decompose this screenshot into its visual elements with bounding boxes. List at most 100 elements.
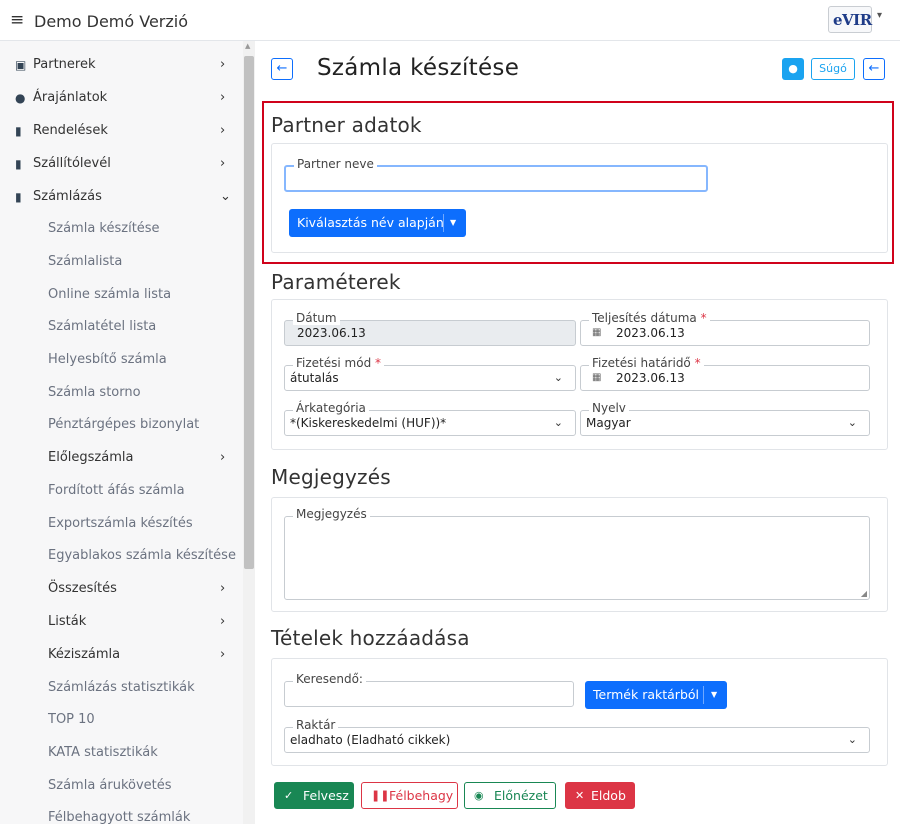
sidebar-subitem-penztargepes-bizonylat[interactable]: Pénztárgépes bizonylat: [0, 409, 243, 441]
scroll-up-icon[interactable]: ▲: [245, 42, 250, 50]
pause-icon: ❚❚: [371, 789, 390, 802]
section-title-parameters: Paraméterek: [271, 270, 401, 294]
hamburger-menu-icon[interactable]: ≡: [10, 9, 24, 31]
sidebar-item-szamlazas[interactable]: ▮ Számlázás ⌄: [0, 181, 243, 213]
back-right-button[interactable]: ←: [863, 58, 885, 80]
sidebar-subitem-label: Számlalista: [48, 254, 123, 269]
chevron-right-icon: ›: [220, 123, 226, 138]
date-field: Dátum 2023.06.13: [284, 311, 576, 346]
warehouse-value: eladhato (Eladható cikkek): [290, 733, 451, 747]
sidebar-item-arajanlatok[interactable]: ● Árajánlatok ›: [0, 82, 243, 114]
invoice-icon: ▮: [15, 190, 22, 204]
sidebar-scrollbar-thumb[interactable]: [244, 56, 254, 569]
sidebar-subitem-listak[interactable]: Listák ›: [0, 606, 243, 638]
sidebar-subitem-forditott-afas-szamla[interactable]: Fordított áfás számla: [0, 475, 243, 507]
users-icon: ●: [15, 91, 26, 105]
sidebar-subitem-label: Listák: [48, 614, 87, 629]
sidebar-subitem-kata-statisztikak[interactable]: KATA statisztikák: [0, 737, 243, 769]
highlight-frame: [262, 101, 894, 264]
app-title: Demo Demó Verzió: [34, 12, 189, 31]
sidebar-subitem-szamlalista[interactable]: Számlalista: [0, 246, 243, 278]
chevron-down-icon: ⌄: [847, 416, 857, 429]
pause-button[interactable]: ❚❚ Félbehagy: [361, 782, 458, 809]
sidebar-subitem-exportszamla[interactable]: Exportszámla készítés: [0, 508, 243, 540]
price-category-select[interactable]: Árkategória *(Kiskereskedelmi (HUF))* ⌄: [284, 401, 576, 436]
sidebar-subitem-szamlatetel-lista[interactable]: Számlatétel lista: [0, 311, 243, 343]
sidebar-subitem-label: Számla készítése: [48, 221, 160, 236]
discard-button[interactable]: ✕ Eldob: [565, 782, 635, 809]
payment-method-select[interactable]: Fizetési mód * átutalás ⌄: [284, 356, 576, 391]
note-label: Megjegyzés: [293, 507, 370, 521]
calendar-icon[interactable]: ▦: [592, 372, 601, 383]
note-card: Megjegyzés ◢: [271, 497, 888, 612]
sidebar-subitem-label: Összesítés: [48, 581, 117, 596]
sidebar-subitem-szamla-storno[interactable]: Számla storno: [0, 377, 243, 409]
help-button[interactable]: Súgó: [811, 58, 855, 80]
sidebar-item-partnerek[interactable]: ▣ Partnerek ›: [0, 49, 243, 81]
sidebar-item-label: Árajánlatok: [33, 90, 108, 105]
payment-due-field[interactable]: Fizetési határidő * ▦ 2023.06.13: [580, 356, 870, 391]
sidebar-subitem-label: Online számla lista: [48, 287, 172, 302]
price-category-label: Árkategória: [293, 401, 369, 415]
product-from-warehouse-button[interactable]: Termék raktárból ▼: [585, 681, 727, 709]
note-textarea[interactable]: Megjegyzés ◢: [284, 507, 870, 600]
search-label: Keresendő:: [293, 672, 366, 686]
sidebar-item-rendelesek[interactable]: ▮ Rendelések ›: [0, 115, 243, 147]
preview-button[interactable]: ◉ Előnézet: [464, 782, 556, 809]
file-icon: ▮: [15, 124, 22, 138]
sidebar-subitem-egyablakos-szamla[interactable]: Egyablakos számla készítése: [0, 540, 243, 572]
sidebar-item-label: Szállítólevél: [33, 156, 111, 171]
chevron-right-icon: ›: [220, 614, 226, 629]
sidebar-subitem-helyesbito-szamla[interactable]: Helyesbítő számla: [0, 344, 243, 376]
sidebar-subitem-elolegszamla[interactable]: Előlegszámla ›: [0, 442, 243, 474]
sidebar-subitem-top10[interactable]: TOP 10: [0, 704, 243, 736]
caret-down-icon: ▾: [877, 10, 883, 21]
sidebar-item-label: Partnerek: [33, 57, 96, 72]
save-label: Felvesz: [303, 788, 349, 803]
sidebar-subitem-felbehagyott-szamlak[interactable]: Félbehagyott számlák: [0, 802, 243, 824]
calendar-icon[interactable]: ▦: [592, 327, 601, 338]
language-select[interactable]: Nyelv Magyar ⌄: [580, 401, 870, 436]
chevron-right-icon: ›: [220, 450, 226, 465]
save-button[interactable]: ✓ Felvesz: [274, 782, 354, 809]
sidebar-subitem-label: Félbehagyott számlák: [48, 810, 191, 824]
close-icon: ✕: [575, 789, 585, 802]
sidebar-subitem-online-szamla-lista[interactable]: Online számla lista: [0, 279, 243, 311]
fulfillment-date-value: 2023.06.13: [616, 326, 685, 340]
search-input[interactable]: Keresendő:: [284, 672, 574, 707]
parameters-card: Dátum 2023.06.13 Teljesítés dátuma * ▦ 2…: [271, 299, 888, 450]
sidebar-subitem-szamla-arukovetes[interactable]: Számla árukövetés: [0, 770, 243, 802]
sidebar-subitem-osszesites[interactable]: Összesítés ›: [0, 573, 243, 605]
payment-method-value: átutalás: [290, 371, 339, 385]
fulfillment-date-legend: Teljesítés dátuma *: [589, 311, 710, 325]
warehouse-select[interactable]: Raktár eladhato (Eladható cikkek) ⌄: [284, 718, 870, 753]
pause-label: Félbehagy: [389, 788, 454, 803]
resize-handle-icon[interactable]: ◢: [861, 589, 867, 598]
app-logo-dropdown[interactable]: eVIR ▾: [828, 6, 886, 34]
split-divider: [703, 686, 704, 704]
chevron-down-icon: ⌄: [553, 371, 563, 384]
back-button[interactable]: ←: [271, 58, 293, 80]
sidebar-subitem-szamla-keszitese[interactable]: Számla készítése: [0, 213, 243, 245]
price-category-value: *(Kiskereskedelmi (HUF))*: [290, 416, 447, 430]
sidebar-subitem-label: Számla árukövetés: [48, 778, 172, 793]
fulfillment-date-field[interactable]: Teljesítés dátuma * ▦ 2023.06.13: [580, 311, 870, 346]
sidebar-item-szallitolevel[interactable]: ▮ Szállítólevél ›: [0, 148, 243, 180]
sidebar-subitem-label: Kéziszámla: [48, 647, 121, 662]
caret-down-icon[interactable]: ▼: [711, 681, 717, 709]
sidebar-subitem-keziszamla[interactable]: Kéziszámla ›: [0, 639, 243, 671]
sidebar-subitem-label: Előlegszámla: [48, 450, 134, 465]
sidebar-subitem-label: Számlázás statisztikák: [48, 680, 195, 695]
discard-label: Eldob: [591, 788, 626, 803]
language-value: Magyar: [586, 416, 631, 430]
sidebar-subitem-label: Számla storno: [48, 385, 141, 400]
chat-button[interactable]: ●: [782, 58, 804, 80]
arrow-left-icon: ←: [276, 61, 288, 76]
sidebar-subitem-szamlazas-statisztikak[interactable]: Számlázás statisztikák: [0, 672, 243, 704]
warehouse-label: Raktár: [293, 718, 339, 732]
preview-label: Előnézet: [494, 788, 548, 803]
items-card: Keresendő: Termék raktárból ▼ Raktár ela…: [271, 658, 888, 766]
chevron-right-icon: ›: [220, 647, 226, 662]
sidebar-subitem-label: Egyablakos számla készítése: [48, 548, 236, 563]
chat-icon: ●: [788, 62, 798, 75]
